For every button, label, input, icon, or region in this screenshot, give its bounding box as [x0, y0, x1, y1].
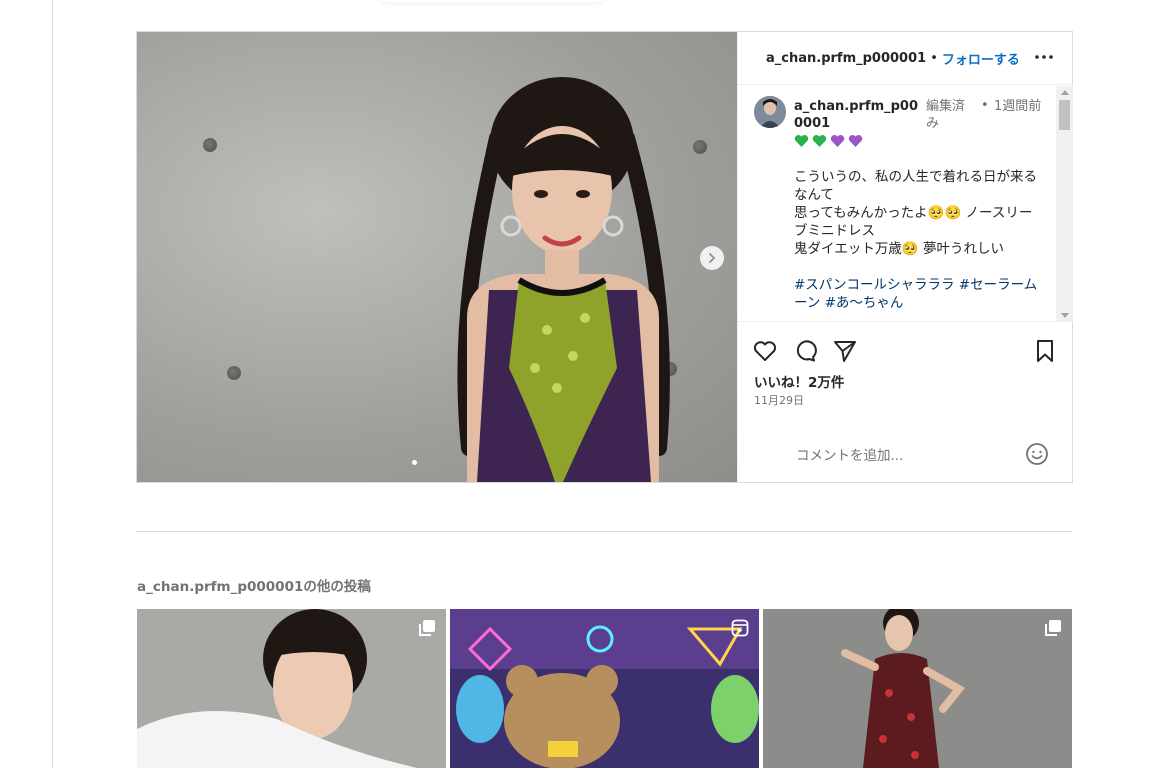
person-figure — [457, 77, 670, 482]
share-icon[interactable] — [832, 338, 858, 364]
post-thumbnail[interactable] — [137, 609, 446, 768]
post-photo[interactable] — [137, 32, 737, 482]
carousel-icon — [1045, 620, 1061, 636]
caption-username[interactable]: a_chan.prfm_p000001 — [794, 98, 922, 132]
carousel-next-button[interactable] — [700, 246, 724, 270]
caption-scrollbar[interactable] — [1056, 86, 1073, 321]
post-card: a_chan.prfm_p000001 • フォローする a_chan.prfm… — [136, 31, 1073, 483]
comment-icon[interactable] — [792, 338, 818, 364]
more-options-icon[interactable] — [1033, 50, 1055, 64]
avatar[interactable] — [754, 96, 786, 128]
scroll-down-icon[interactable] — [1061, 313, 1069, 318]
caption-dot: • — [981, 98, 989, 113]
post-date[interactable]: 11月29日 — [754, 392, 804, 408]
page-left-rule — [52, 0, 53, 768]
scroll-up-icon[interactable] — [1061, 90, 1069, 95]
comment-input[interactable] — [796, 444, 1006, 468]
more-posts-grid — [137, 609, 1073, 768]
follow-button[interactable]: フォローする — [942, 49, 1020, 68]
purple-heart-icon — [830, 135, 845, 147]
emoji-icon[interactable] — [1024, 441, 1050, 467]
caption-hashtags[interactable]: #スパンコールシャラララ #セーラームーン #あ〜ちゃん — [794, 276, 1044, 312]
edited-label: 編集済み — [926, 99, 966, 131]
more-posts-title: a_chan.prfm_p000001の他の投稿 — [137, 579, 371, 595]
header-separator: • — [930, 50, 938, 66]
green-heart-icon — [794, 135, 809, 147]
post-sidebar: a_chan.prfm_p000001 • フォローする a_chan.prfm… — [737, 32, 1073, 482]
caption-text: こういうの、私の人生で着れる日が来るなんて 思ってもみんかったよ🥺🥺 ノースリー… — [794, 169, 1037, 257]
scrollbar-thumb[interactable] — [1059, 100, 1070, 130]
reel-icon — [731, 619, 749, 637]
purple-heart-icon — [848, 135, 863, 147]
action-bar — [738, 338, 1073, 366]
post-username[interactable]: a_chan.prfm_p000001 — [766, 51, 926, 66]
green-heart-icon — [812, 135, 827, 147]
thumbnail-image — [137, 609, 446, 768]
caption-area[interactable]: a_chan.prfm_p000001 編集済み • 1週間前 こういうの、私の… — [738, 86, 1073, 322]
bookmark-icon[interactable] — [1032, 338, 1058, 364]
thumbnail-image — [763, 609, 1072, 768]
carousel-dot — [412, 460, 417, 465]
heart-emojis — [794, 134, 863, 150]
post-header: a_chan.prfm_p000001 • フォローする — [738, 32, 1073, 85]
wall-hole — [203, 138, 217, 152]
top-search-shadow — [380, 0, 605, 2]
section-divider — [136, 531, 1072, 532]
add-comment-row — [738, 432, 1073, 482]
avatar-image — [754, 96, 786, 128]
post-thumbnail[interactable] — [450, 609, 759, 768]
post-thumbnail[interactable] — [763, 609, 1072, 768]
wall-hole — [227, 366, 241, 380]
thumbnail-image — [450, 609, 759, 768]
chevron-right-icon — [709, 253, 716, 263]
carousel-icon — [419, 620, 435, 636]
likes-count[interactable]: いいね！2万件 — [754, 371, 844, 391]
post-time[interactable]: 1週間前 — [994, 98, 1042, 115]
heart-icon[interactable] — [752, 338, 778, 364]
